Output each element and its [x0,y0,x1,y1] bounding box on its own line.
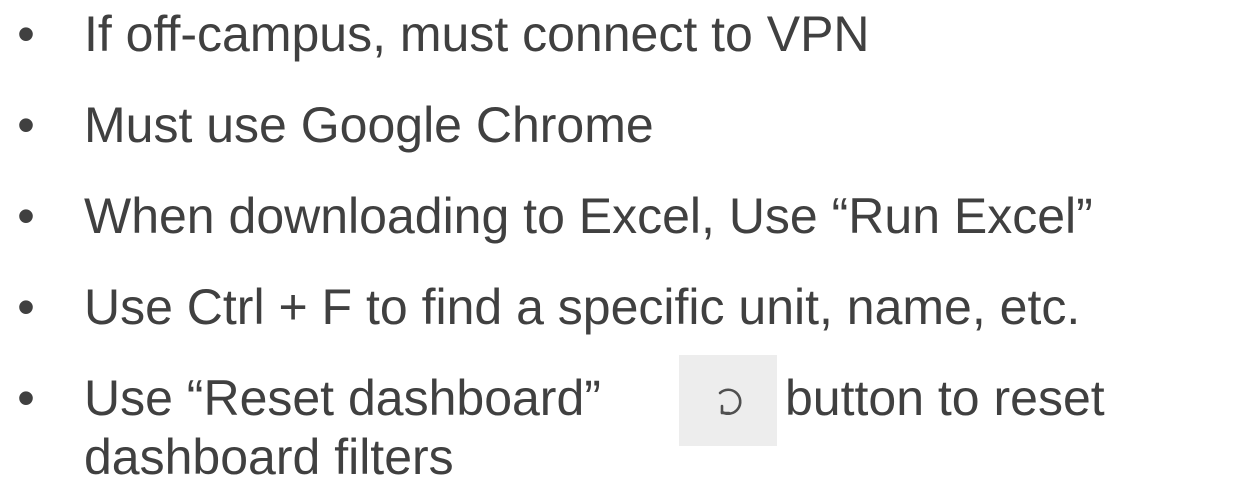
bullet-text-excel: When downloading to Excel, Use “Run Exce… [84,188,1093,244]
bullet-text-reset-wrap: dashboard filters [84,429,454,485]
bullet-text-reset-before: Use “Reset dashboard” [84,370,601,426]
bullet-text-chrome: Must use Google Chrome [84,97,654,153]
reset-icon [718,387,742,415]
bullet-dot: • [17,279,35,335]
bullet-text-vpn: If off-campus, must connect to VPN [84,6,870,62]
bullet-dot: • [17,97,35,153]
bullet-text-ctrl-f: Use Ctrl + F to find a specific unit, na… [84,279,1081,335]
bullet-dot: • [17,188,35,244]
bullet-text-reset-after: button to reset [785,370,1105,426]
bullet-dot: • [17,370,35,426]
reset-dashboard-button[interactable] [679,355,777,446]
bullet-dot: • [17,6,35,62]
